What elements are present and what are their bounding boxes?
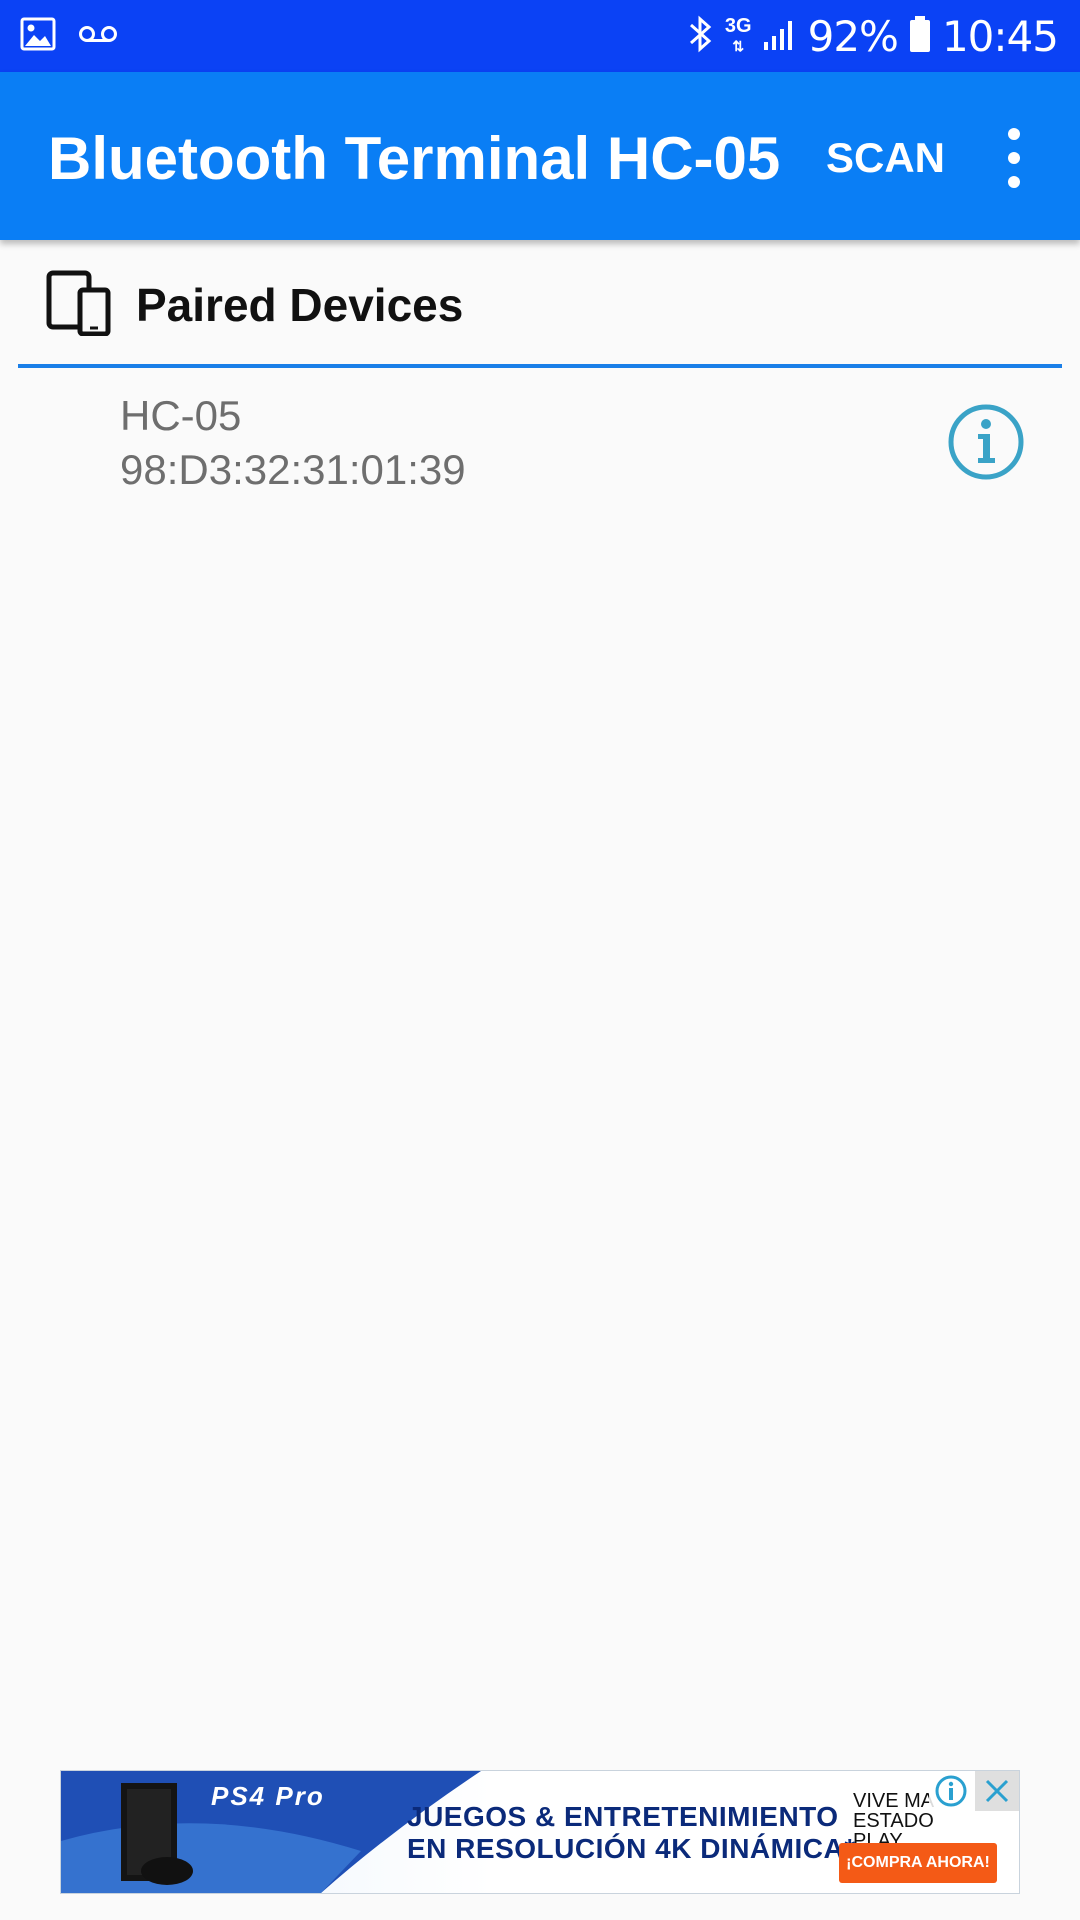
info-icon[interactable] [946, 402, 1026, 482]
ad-banner[interactable]: PS4 Pro JUEGOS & ENTRETENIMIENTO EN RESO… [60, 1770, 1020, 1894]
ad-close-icon[interactable] [975, 1771, 1019, 1811]
device-name: HC-05 [120, 392, 242, 439]
app-title: Bluetooth Terminal HC-05 [48, 125, 781, 192]
image-icon [20, 16, 56, 57]
section-divider [18, 364, 1062, 368]
ad-headline-line1: JUEGOS & ENTRETENIMIENTO [407, 1801, 839, 1832]
more-vert-icon[interactable] [996, 128, 1032, 188]
battery-icon [908, 14, 932, 59]
ad-headline-line2: EN RESOLUCIÓN 4K DINÁMICA* [407, 1833, 856, 1864]
device-list-item[interactable]: HC-05 98:D3:32:31:01:39 [18, 372, 1062, 512]
status-time: 10:45 [941, 11, 1059, 61]
status-right-icons: 3G ⇅ 92% 10:45 [687, 6, 1059, 66]
network-3g-icon: 3G ⇅ [724, 15, 752, 54]
paired-devices-header: Paired Devices [18, 240, 1062, 368]
signal-icon [762, 16, 798, 57]
scan-button[interactable]: SCAN [826, 134, 945, 182]
status-left-icons [20, 16, 118, 57]
devices-icon [46, 270, 112, 341]
battery-percent: 92% [807, 11, 899, 61]
status-bar: 3G ⇅ 92% 10:45 [0, 0, 1080, 72]
bluetooth-icon [687, 14, 715, 59]
app-bar: Bluetooth Terminal HC-05 SCAN [0, 72, 1080, 240]
ad-brand-logo: PS4 Pro [211, 1781, 325, 1811]
ad-choices-icon[interactable] [929, 1771, 973, 1811]
ad-headline: JUEGOS & ENTRETENIMIENTO EN RESOLUCIÓN 4… [407, 1801, 856, 1865]
section-title: Paired Devices [136, 279, 464, 331]
ad-cta-button[interactable]: ¡COMPRA AHORA! [839, 1843, 997, 1883]
voicemail-icon [78, 23, 118, 50]
network-type: 3G [724, 15, 752, 37]
device-address: 98:D3:32:31:01:39 [120, 446, 466, 493]
